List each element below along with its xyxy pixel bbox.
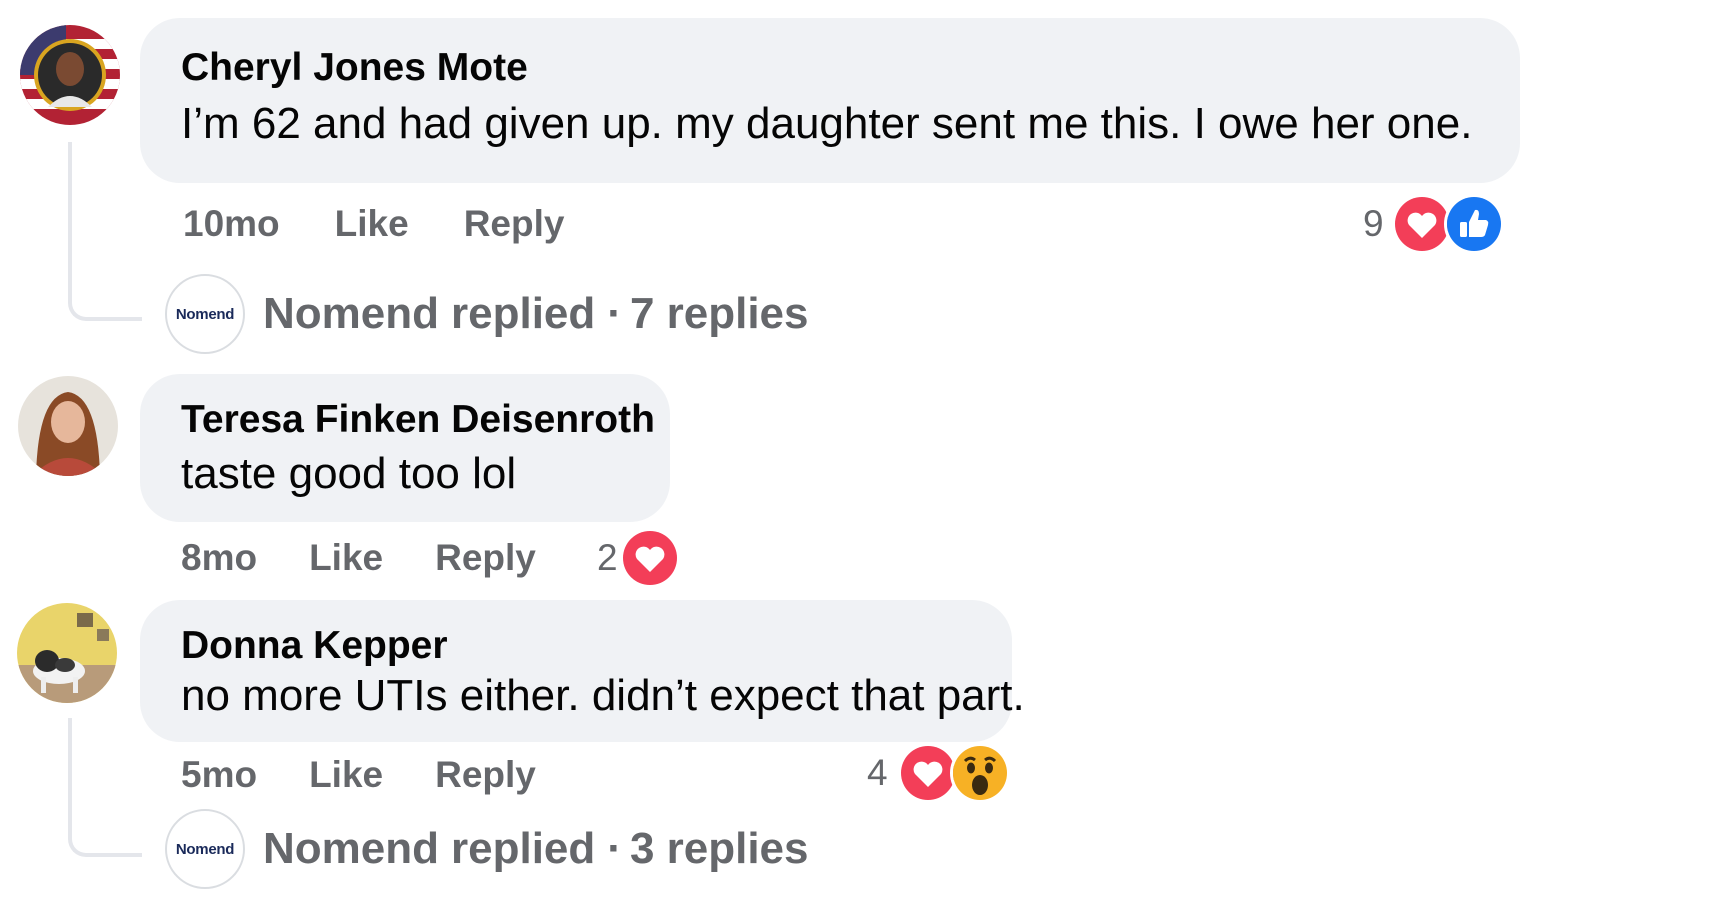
- nomend-avatar[interactable]: Nomend: [165, 809, 245, 889]
- reaction-summary[interactable]: 4: [867, 743, 1010, 803]
- like-button[interactable]: Like: [309, 537, 383, 579]
- comment-bubble: Donna Kepper no more UTIs either. didn’t…: [140, 600, 1025, 742]
- nomend-avatar-label: Nomend: [175, 840, 235, 858]
- comment-text: no more UTIs either. didn’t expect that …: [181, 671, 1025, 720]
- comment-author[interactable]: Teresa Finken Deisenroth: [181, 398, 655, 442]
- nomend-avatar[interactable]: Nomend: [165, 274, 245, 354]
- replies-separator: ·: [607, 824, 622, 873]
- comment-timestamp[interactable]: 8mo: [181, 537, 257, 579]
- heart-reaction-icon: [897, 743, 958, 803]
- comment-text: taste good too lol: [181, 449, 517, 498]
- reply-button[interactable]: Reply: [435, 537, 536, 579]
- replies-author: Nomend: [263, 289, 439, 338]
- comment-actions: 10mo Like Reply: [183, 199, 619, 249]
- comment-actions: 5mo Like Reply: [181, 750, 591, 800]
- wow-reaction-icon: [949, 743, 1010, 803]
- comment-timestamp[interactable]: 10mo: [183, 203, 280, 245]
- comment-bubble: Cheryl Jones Mote I’m 62 and had given u…: [140, 18, 1520, 183]
- replies-count: 7 replies: [629, 289, 809, 338]
- replies-count: 3 replies: [629, 824, 809, 873]
- reaction-count: 9: [1363, 203, 1384, 244]
- replies-replied-label: replied: [451, 289, 596, 338]
- reaction-count: 2: [597, 537, 618, 578]
- reaction-summary[interactable]: 2: [597, 528, 680, 588]
- reply-button[interactable]: Reply: [464, 203, 565, 245]
- avatar[interactable]: [18, 376, 118, 476]
- comment-actions: 8mo Like Reply: [181, 533, 591, 583]
- replies-separator: ·: [607, 289, 622, 338]
- thread-line: [68, 142, 142, 321]
- avatar[interactable]: [17, 603, 117, 703]
- replies-author: Nomend: [263, 824, 439, 873]
- comment-author[interactable]: Donna Kepper: [181, 624, 971, 668]
- reply-button[interactable]: Reply: [435, 754, 536, 796]
- replies-summary[interactable]: Nomend Nomend replied · 3 replies: [165, 809, 809, 889]
- replies-summary[interactable]: Nomend Nomend replied · 7 replies: [165, 274, 809, 354]
- reaction-count: 4: [867, 752, 888, 793]
- nomend-avatar-label: Nomend: [175, 305, 235, 323]
- comment-author[interactable]: Cheryl Jones Mote: [181, 46, 1479, 90]
- like-reaction-icon: [1443, 194, 1504, 254]
- comment-timestamp[interactable]: 5mo: [181, 754, 257, 796]
- reaction-summary[interactable]: 9: [1363, 194, 1504, 254]
- comment-text: I’m 62 and had given up. my daughter sen…: [181, 99, 1473, 148]
- heart-reaction-icon: [619, 528, 680, 588]
- replies-replied-label: replied: [451, 824, 596, 873]
- heart-reaction-icon: [1391, 194, 1452, 254]
- like-button[interactable]: Like: [309, 754, 383, 796]
- thread-line: [68, 718, 142, 857]
- avatar[interactable]: [20, 25, 120, 125]
- comment-bubble: Teresa Finken Deisenroth taste good too …: [140, 374, 670, 522]
- like-button[interactable]: Like: [335, 203, 409, 245]
